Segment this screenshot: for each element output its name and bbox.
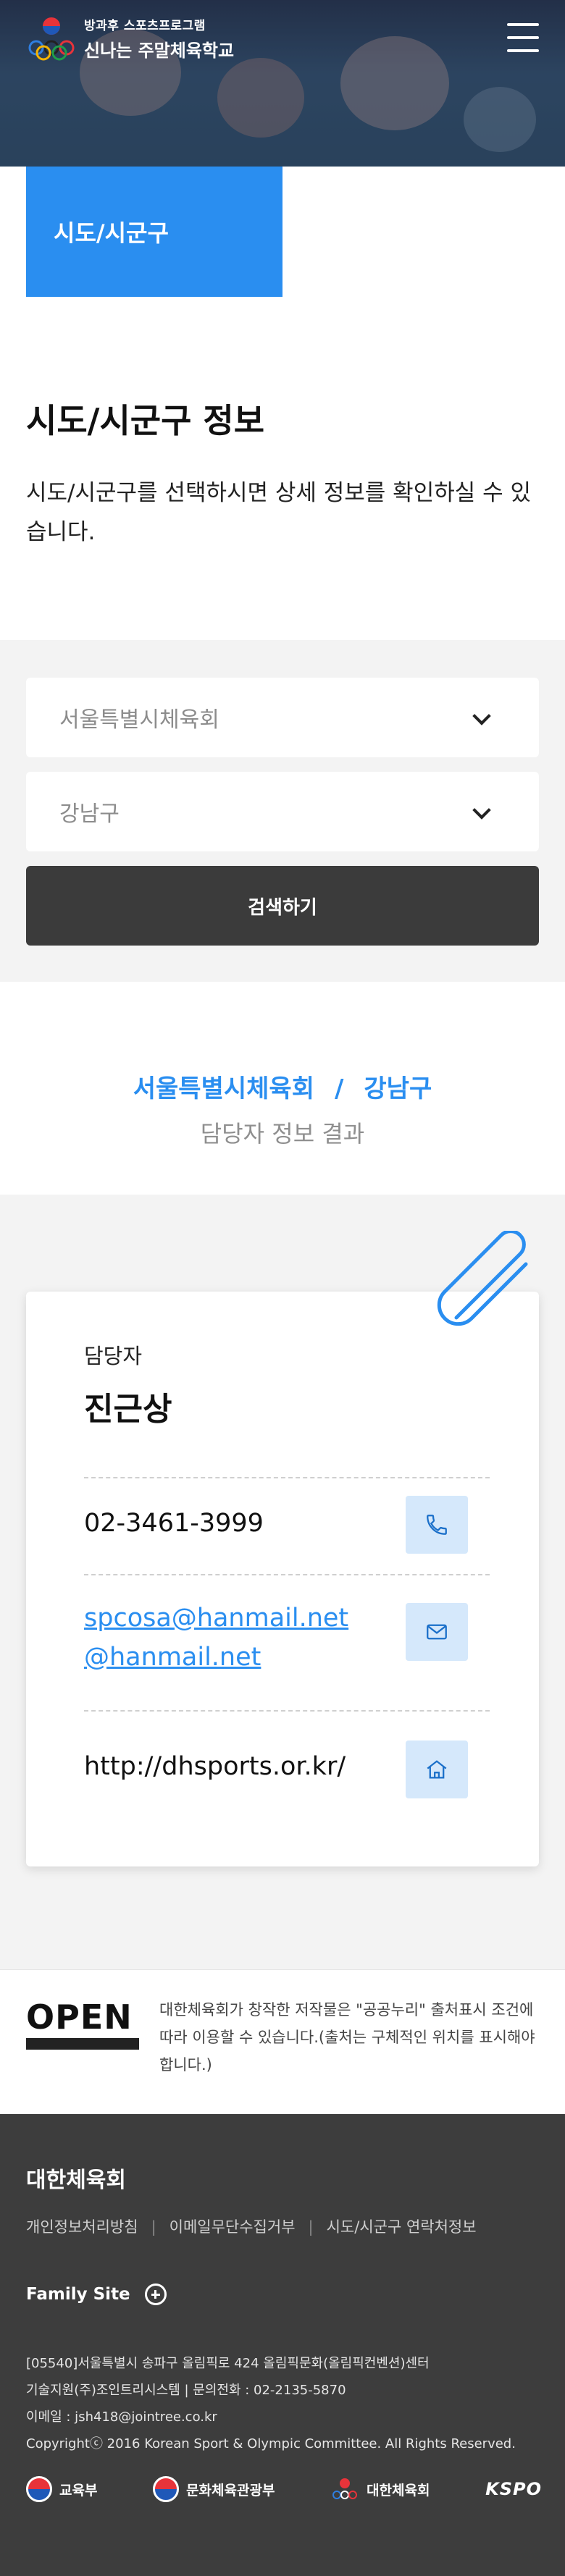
partner-logo-kspo[interactable]: KSPO (485, 2479, 542, 2499)
site-logo[interactable]: 방과후 스포츠프로그램 신나는 주말체육학교 (26, 14, 234, 62)
page-description: 시도/시군구를 선택하시면 상세 정보를 확인하실 수 있습니다. (26, 480, 532, 545)
taegeuk-icon (153, 2476, 180, 2502)
license-text: 대한체육회가 창작한 저작물은 "공공누리" 출처표시 조건에 따라 이용할 수… (159, 2001, 535, 2074)
sigungu-select-value: 강남구 (59, 801, 120, 827)
contact-website[interactable]: http://dhsports.or.kr/ (84, 1752, 346, 1781)
result-region: 서울특별시체육회 (133, 1074, 314, 1103)
olympic-rings-logo-icon (26, 14, 77, 62)
footer-link-contacts[interactable]: 시도/시군구 연락처정보 (327, 2218, 477, 2236)
partner-logo-mcst[interactable]: 문화체육관광부 (153, 2476, 275, 2502)
mail-icon[interactable] (406, 1603, 468, 1661)
logo-title: 신나는 주말체육학교 (84, 41, 235, 61)
divider (84, 1710, 490, 1712)
paperclip-icon (437, 1231, 528, 1326)
divider (84, 1574, 490, 1575)
page-title: 시도/시군구 정보 (26, 401, 265, 440)
result-separator: / (334, 1074, 344, 1103)
partner-logo-moe-label: 교육부 (59, 2482, 98, 2499)
taegeuk-icon (26, 2476, 52, 2502)
footer-link-email-refusal[interactable]: 이메일무단수집거부 (170, 2218, 296, 2236)
chevron-down-icon (472, 707, 491, 725)
contact-card: 담당자 진근상 02-3461-3999 spcosa@hanmail.net … (26, 1292, 539, 1866)
open-license-bar (26, 2038, 139, 2050)
contact-email-line1[interactable]: spcosa@hanmail.net (84, 1599, 348, 1638)
chevron-down-icon (472, 801, 491, 820)
result-district: 강남구 (364, 1074, 432, 1103)
logo-subtitle: 방과후 스포츠프로그램 (84, 19, 206, 33)
contact-name: 진근상 (84, 1391, 172, 1428)
hamburger-menu-icon[interactable] (507, 23, 539, 52)
footer-address: [05540]서울특별시 송파구 올림픽로 424 올림픽문화(올림픽컨벤션)센… (26, 2350, 516, 2457)
family-site-toggle[interactable]: Family Site (26, 2284, 167, 2305)
contact-label: 담당자 (84, 1344, 143, 1368)
footer-link-privacy[interactable]: 개인정보처리방침 (26, 2218, 138, 2236)
sido-select[interactable]: 서울특별시체육회 (26, 678, 539, 757)
home-icon[interactable] (406, 1741, 468, 1798)
sido-select-value: 서울특별시체육회 (59, 707, 219, 733)
result-heading: 서울특별시체육회 / 강남구 담당자 정보 결과 (0, 1069, 565, 1149)
partner-logos: 교육부 문화체육관광부 대한체육회 KSPO (26, 2476, 542, 2502)
partner-logo-ksoc[interactable]: 대한체육회 (330, 2477, 430, 2501)
contact-email-link[interactable]: spcosa@hanmail.net @hanmail.net (84, 1599, 348, 1677)
open-license-notice: OPEN 대한체육회가 창작한 저작물은 "공공누리" 출처표시 조건에 따라 … (0, 1969, 565, 2114)
plus-circle-icon (144, 2284, 167, 2305)
partner-logo-ksoc-label: 대한체육회 (367, 2482, 430, 2499)
family-site-label: Family Site (26, 2285, 130, 2304)
contact-phone: 02-3461-3999 (84, 1509, 264, 1538)
partner-logo-moe[interactable]: 교육부 (26, 2476, 97, 2502)
site-footer: 대한체육회 개인정보처리방침 | 이메일무단수집거부 | 시도/시군구 연락처정보 Fa… (0, 2114, 565, 2576)
section-tag: 시도/시군구 (26, 167, 282, 297)
open-license-mark: OPEN (26, 1998, 133, 2037)
result-subtitle: 담당자 정보 결과 (200, 1120, 365, 1148)
olympic-rings-icon (332, 2478, 358, 2499)
partner-logo-kspo-label: KSPO (485, 2479, 542, 2499)
footer-address-line1: [05540]서울특별시 송파구 올림픽로 424 올림픽문화(올림픽컨벤션)센… (26, 2356, 430, 2371)
footer-copyright: Copyrightⓒ 2016 Korean Sport & Olympic C… (26, 2436, 516, 2451)
sigungu-select[interactable]: 강남구 (26, 772, 539, 851)
footer-address-line3: 이메일 : jsh418@jointree.co.kr (26, 2409, 217, 2425)
footer-links: 개인정보처리방침 | 이메일무단수집거부 | 시도/시군구 연락처정보 (26, 2218, 477, 2236)
divider (84, 1477, 490, 1478)
section-tag-label: 시도/시군구 (54, 219, 169, 247)
footer-address-line2: 기술지원(주)조인트리시스템 | 문의전화 : 02-2135-5870 (26, 2383, 346, 2398)
partner-logo-mcst-label: 문화체육관광부 (186, 2482, 275, 2499)
search-button[interactable]: 검색하기 (26, 866, 539, 946)
open-license-logo: OPEN (26, 1999, 139, 2054)
contact-email-line2[interactable]: @hanmail.net (84, 1638, 348, 1677)
phone-icon[interactable] (406, 1496, 468, 1554)
footer-org-name: 대한체육회 (26, 2168, 126, 2193)
